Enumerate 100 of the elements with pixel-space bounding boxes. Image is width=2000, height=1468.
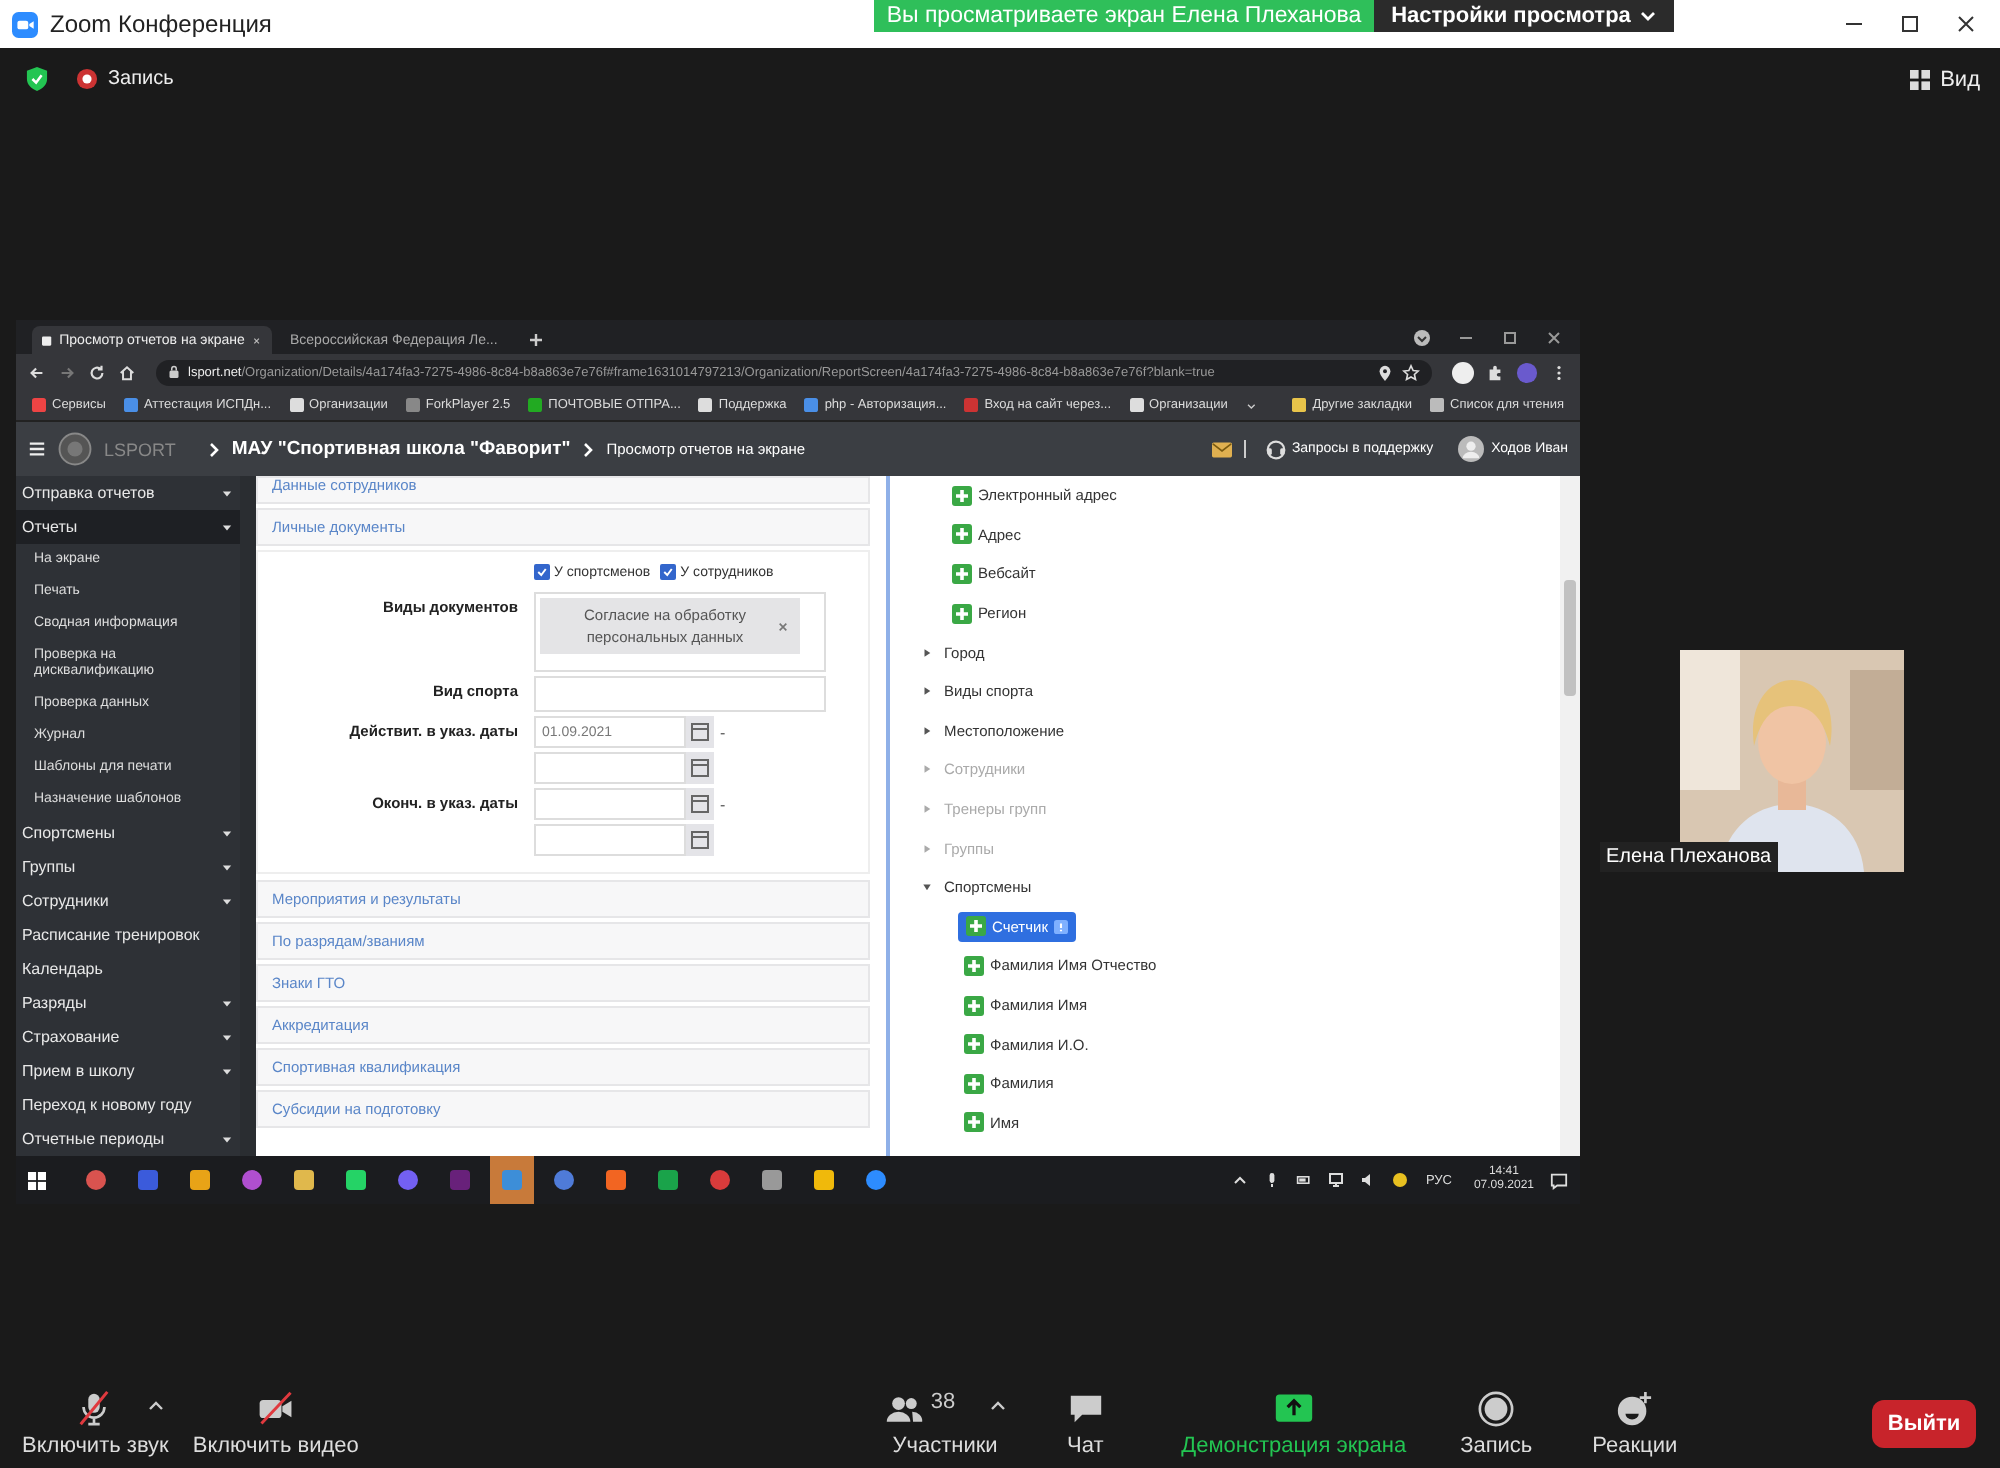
page-icon	[42, 333, 52, 347]
caret-icon	[922, 804, 932, 815]
taskbar-app-icon[interactable]	[760, 1168, 784, 1192]
record-button[interactable]: Запись	[1460, 1390, 1533, 1458]
calendar-icon[interactable]	[686, 752, 714, 784]
lock-icon	[168, 364, 180, 380]
checkbox-box[interactable]	[660, 564, 677, 580]
profile-avatar-icon[interactable]	[1452, 361, 1474, 383]
logo-text: LSPORT	[104, 439, 176, 459]
caret-icon	[222, 523, 232, 531]
bookmark-icon	[804, 398, 819, 412]
battery-icon[interactable]	[1295, 1172, 1312, 1188]
taskbar-app-icon[interactable]	[604, 1168, 628, 1192]
chevron-right-icon	[582, 441, 595, 457]
sidebar-item[interactable]: Отправка отчетов	[16, 476, 240, 510]
new-tab-icon[interactable]	[528, 332, 544, 348]
reaction-icon	[1614, 1390, 1655, 1428]
recording-indicator[interactable]: Запись	[76, 68, 174, 90]
bookmark-icon	[528, 398, 543, 412]
star-icon[interactable]	[1402, 363, 1420, 381]
forward-icon[interactable]	[58, 363, 76, 381]
taskbar-app-icon[interactable]	[812, 1168, 836, 1192]
plus-icon	[952, 603, 972, 624]
date-field[interactable]	[534, 788, 686, 820]
sidebar-item[interactable]: Переход к новому году	[16, 1088, 240, 1122]
grid-icon	[1910, 69, 1931, 89]
reactions-button[interactable]: Реакции	[1592, 1390, 1678, 1458]
calendar-icon[interactable]	[686, 824, 714, 856]
taskbar-app-icon[interactable]	[84, 1168, 108, 1192]
bookmark-icon	[698, 398, 713, 412]
date-field[interactable]	[534, 824, 686, 856]
view-button[interactable]: Вид	[1910, 67, 1980, 91]
taskbar-app-icon[interactable]	[188, 1168, 212, 1192]
record-icon	[76, 68, 98, 90]
video-button[interactable]: Включить видео	[192, 1390, 359, 1458]
bookmark-icon	[123, 398, 138, 412]
caret-icon	[922, 843, 932, 854]
taskbar-app-icon[interactable]	[344, 1168, 368, 1192]
sidebar-item[interactable]: Прием в школу	[16, 1054, 240, 1088]
calendar-icon[interactable]	[686, 716, 714, 748]
participants-button[interactable]: 38 Участники	[884, 1390, 1006, 1458]
input-field[interactable]	[534, 676, 826, 712]
caret-icon	[222, 1135, 232, 1143]
tab-search-icon[interactable]	[1412, 328, 1432, 348]
maximize-icon[interactable]	[1900, 14, 1920, 34]
caret-icon	[922, 882, 932, 893]
location-pin-icon[interactable]	[1376, 363, 1394, 381]
sidebar-item[interactable]: Отчетные периоды	[16, 1122, 240, 1156]
taskbar-app-icon[interactable]	[240, 1168, 264, 1192]
sidebar-item[interactable]: Сотрудники	[16, 884, 240, 918]
sidebar-item[interactable]: Разряды	[16, 986, 240, 1020]
close-icon[interactable]	[1956, 14, 1976, 34]
bookmark-icon	[289, 398, 304, 412]
scrollbar[interactable]	[1560, 476, 1580, 1156]
plus-icon	[964, 1073, 984, 1094]
participant-count: 38	[930, 1390, 956, 1414]
logo-icon	[58, 432, 92, 466]
start-icon[interactable]	[28, 1171, 46, 1189]
maximize-icon[interactable]	[1500, 328, 1520, 348]
view-options-button[interactable]: Настройки просмотра	[1374, 0, 1674, 32]
caret-icon	[922, 647, 932, 658]
share-screen-icon	[1273, 1390, 1314, 1428]
mail-icon[interactable]	[1211, 441, 1232, 457]
date-field[interactable]	[534, 752, 686, 784]
reload-icon[interactable]	[88, 363, 106, 381]
sidebar-item[interactable]: Группы	[16, 850, 240, 884]
mic-button[interactable]: Включить звук	[22, 1390, 169, 1458]
puzzle-icon[interactable]	[1486, 363, 1504, 381]
sidebar-item[interactable]: Отчеты	[16, 510, 240, 544]
sidebar-item[interactable]: Календарь	[16, 952, 240, 986]
taskbar-app-icon[interactable]	[656, 1168, 680, 1192]
bookmark-icon	[964, 398, 979, 412]
participant-name: Елена Плеханова	[1600, 842, 1778, 872]
taskbar-app-icon[interactable]	[292, 1168, 316, 1192]
sidebar-item[interactable]: Спортсмены	[16, 816, 240, 850]
sidebar-item[interactable]: Страхование	[16, 1020, 240, 1054]
caret-icon	[222, 829, 232, 837]
remove-icon[interactable]	[778, 621, 788, 631]
organization-name[interactable]: МАУ "Спортивная школа "Фаворит"	[231, 438, 571, 460]
chevron-up-icon[interactable]	[1231, 1172, 1248, 1188]
checkbox-box[interactable]	[534, 564, 550, 580]
taskbar-app-icon[interactable]	[552, 1168, 576, 1192]
speaker-icon[interactable]	[1359, 1172, 1376, 1188]
close-icon[interactable]	[1544, 328, 1564, 348]
shield-icon[interactable]	[26, 66, 48, 92]
sidebar-item[interactable]: Расписание тренировок	[16, 918, 240, 952]
calendar-icon[interactable]	[686, 788, 714, 820]
caret-icon	[222, 999, 232, 1007]
home-icon[interactable]	[118, 363, 136, 381]
taskbar-app-icon[interactable]	[864, 1168, 888, 1192]
bookmark-icon	[32, 398, 46, 412]
leave-button[interactable]: Выйти	[1872, 1400, 1976, 1448]
back-icon[interactable]	[28, 363, 46, 381]
video-camera-icon	[255, 1390, 296, 1428]
caret-icon	[922, 686, 932, 697]
notifications-icon[interactable]	[1550, 1171, 1568, 1189]
share-button[interactable]: Демонстрация экрана	[1181, 1390, 1407, 1458]
menu-icon[interactable]	[28, 440, 46, 458]
chat-button[interactable]: Чат	[1065, 1390, 1106, 1458]
chevron-down-icon	[1640, 10, 1657, 22]
